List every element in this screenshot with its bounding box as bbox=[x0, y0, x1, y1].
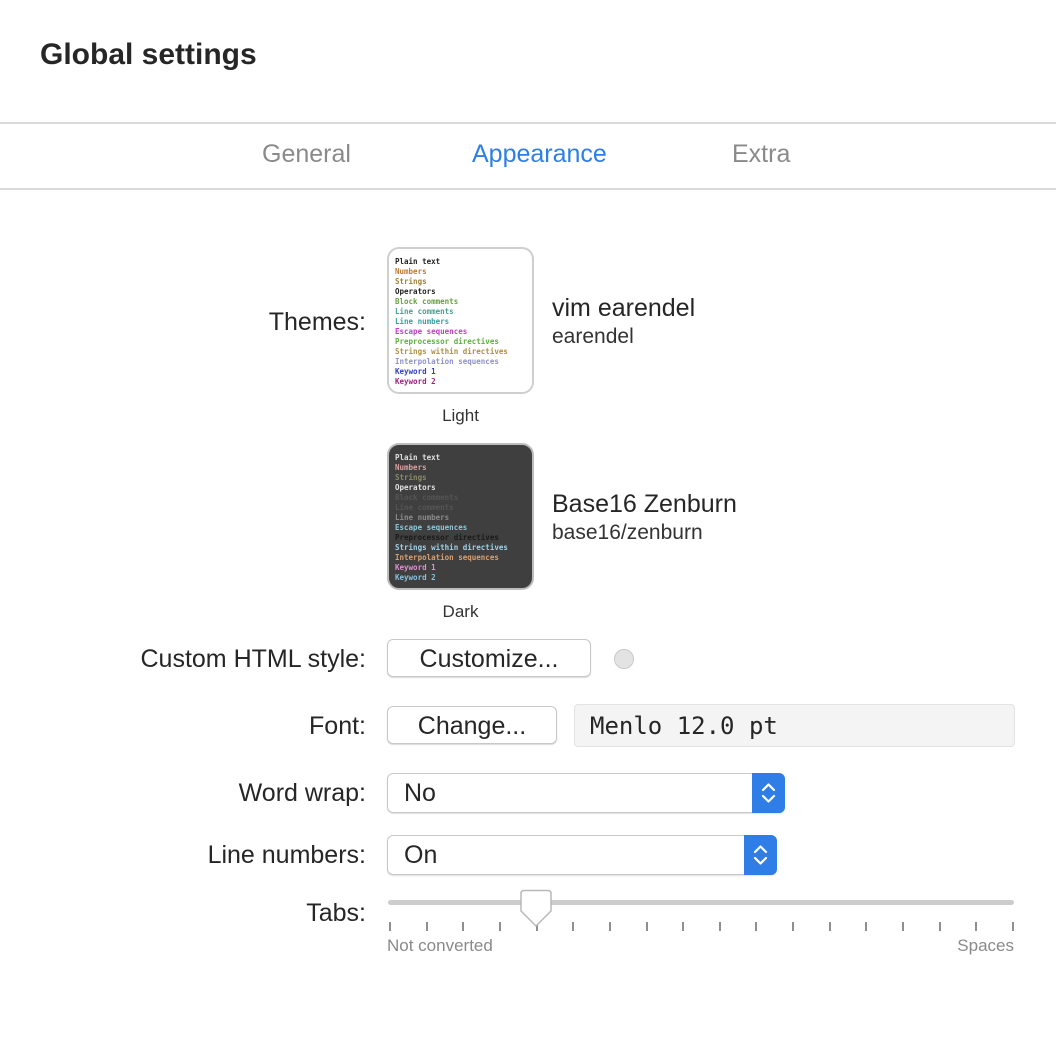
dark-theme-thumbnail[interactable]: Plain text Numbers Strings Operators Block c… bbox=[387, 443, 534, 590]
dark-theme-id: base16/zenburn bbox=[552, 521, 703, 544]
theme-preview-line: Operators bbox=[395, 483, 436, 492]
light-theme-preview: Plain text Numbers Strings Operators Block c… bbox=[395, 257, 526, 387]
theme-preview-line: Block comments bbox=[395, 297, 459, 306]
tabs-label: Tabs: bbox=[306, 899, 366, 927]
theme-preview-line: Interpolation sequences bbox=[395, 357, 499, 366]
slider-tick bbox=[865, 922, 867, 931]
slider-tick bbox=[426, 922, 428, 931]
theme-preview-line: Escape sequences bbox=[395, 327, 468, 336]
theme-preview-line: Escape sequences bbox=[395, 523, 468, 532]
theme-preview-line: Strings within directives bbox=[395, 347, 508, 356]
theme-preview-line: Numbers bbox=[395, 463, 427, 472]
tab-general[interactable]: General bbox=[262, 140, 351, 169]
line-numbers-select[interactable]: On bbox=[387, 835, 777, 875]
slider-tick bbox=[939, 922, 941, 931]
dark-theme-preview: Plain text Numbers Strings Operators Block c… bbox=[395, 453, 526, 583]
slider-tick bbox=[462, 922, 464, 931]
theme-preview-line: Preprocessor directives bbox=[395, 337, 499, 346]
tabs-min-label: Not converted bbox=[387, 936, 493, 955]
up-down-chevron-icon[interactable] bbox=[752, 773, 785, 813]
slider-tick bbox=[755, 922, 757, 931]
tabs-slider-track[interactable] bbox=[388, 900, 1014, 905]
light-theme-caption: Light bbox=[442, 406, 479, 425]
theme-preview-line: Preprocessor directives bbox=[395, 533, 499, 542]
slider-tick bbox=[829, 922, 831, 931]
line-numbers-value: On bbox=[404, 841, 438, 869]
light-theme-thumbnail[interactable]: Plain text Numbers Strings Operators Block c… bbox=[387, 247, 534, 394]
slider-tick bbox=[646, 922, 648, 931]
theme-preview-line: Keyword 1 bbox=[395, 563, 436, 572]
status-dot-icon bbox=[614, 649, 634, 669]
theme-preview-line: Line numbers bbox=[395, 317, 450, 326]
word-wrap-select[interactable]: No bbox=[387, 773, 785, 813]
theme-preview-line: Keyword 2 bbox=[395, 377, 436, 386]
slider-tick bbox=[682, 922, 684, 931]
slider-tick bbox=[609, 922, 611, 931]
dark-theme-name: Base16 Zenburn bbox=[552, 490, 737, 518]
line-numbers-label: Line numbers: bbox=[207, 841, 366, 869]
slider-tick bbox=[902, 922, 904, 931]
tabs-divider bbox=[0, 188, 1056, 190]
slider-tick bbox=[572, 922, 574, 931]
dark-theme-caption: Dark bbox=[442, 602, 479, 621]
header-divider bbox=[0, 122, 1056, 124]
theme-preview-line: Line numbers bbox=[395, 513, 450, 522]
tab-extra[interactable]: Extra bbox=[732, 140, 790, 169]
theme-preview-line: Plain text bbox=[395, 257, 441, 266]
custom-html-label: Custom HTML style: bbox=[140, 645, 366, 673]
theme-preview-line: Operators bbox=[395, 287, 436, 296]
slider-tick bbox=[719, 922, 721, 931]
word-wrap-label: Word wrap: bbox=[238, 779, 366, 807]
slider-tick bbox=[975, 922, 977, 931]
theme-preview-line: Interpolation sequences bbox=[395, 553, 499, 562]
theme-preview-line: Line comments bbox=[395, 307, 454, 316]
tabs-max-label: Spaces bbox=[957, 936, 1014, 955]
tab-appearance[interactable]: Appearance bbox=[472, 140, 607, 169]
themes-label: Themes: bbox=[268, 308, 366, 336]
theme-preview-line: Block comments bbox=[395, 493, 459, 502]
up-down-chevron-icon[interactable] bbox=[744, 835, 777, 875]
font-value-field: Menlo 12.0 pt bbox=[574, 704, 1015, 747]
theme-preview-line: Strings bbox=[395, 277, 427, 286]
theme-preview-line: Numbers bbox=[395, 267, 427, 276]
theme-preview-line: Keyword 2 bbox=[395, 573, 436, 582]
customize-button[interactable]: Customize... bbox=[387, 639, 591, 677]
window-title: Global settings bbox=[40, 38, 257, 71]
theme-preview-line: Line comments bbox=[395, 503, 454, 512]
theme-preview-line: Keyword 1 bbox=[395, 367, 436, 376]
slider-tick bbox=[389, 922, 391, 931]
font-label: Font: bbox=[309, 712, 366, 740]
theme-preview-line: Strings within directives bbox=[395, 543, 508, 552]
light-theme-name: vim earendel bbox=[552, 294, 696, 322]
tabs-slider-knob[interactable] bbox=[519, 889, 553, 929]
change-font-button[interactable]: Change... bbox=[387, 706, 557, 744]
slider-tick bbox=[792, 922, 794, 931]
light-theme-id: earendel bbox=[552, 325, 634, 348]
theme-preview-line: Strings bbox=[395, 473, 427, 482]
slider-tick bbox=[1012, 922, 1014, 931]
slider-tick bbox=[499, 922, 501, 931]
word-wrap-value: No bbox=[404, 779, 436, 807]
theme-preview-line: Plain text bbox=[395, 453, 441, 462]
